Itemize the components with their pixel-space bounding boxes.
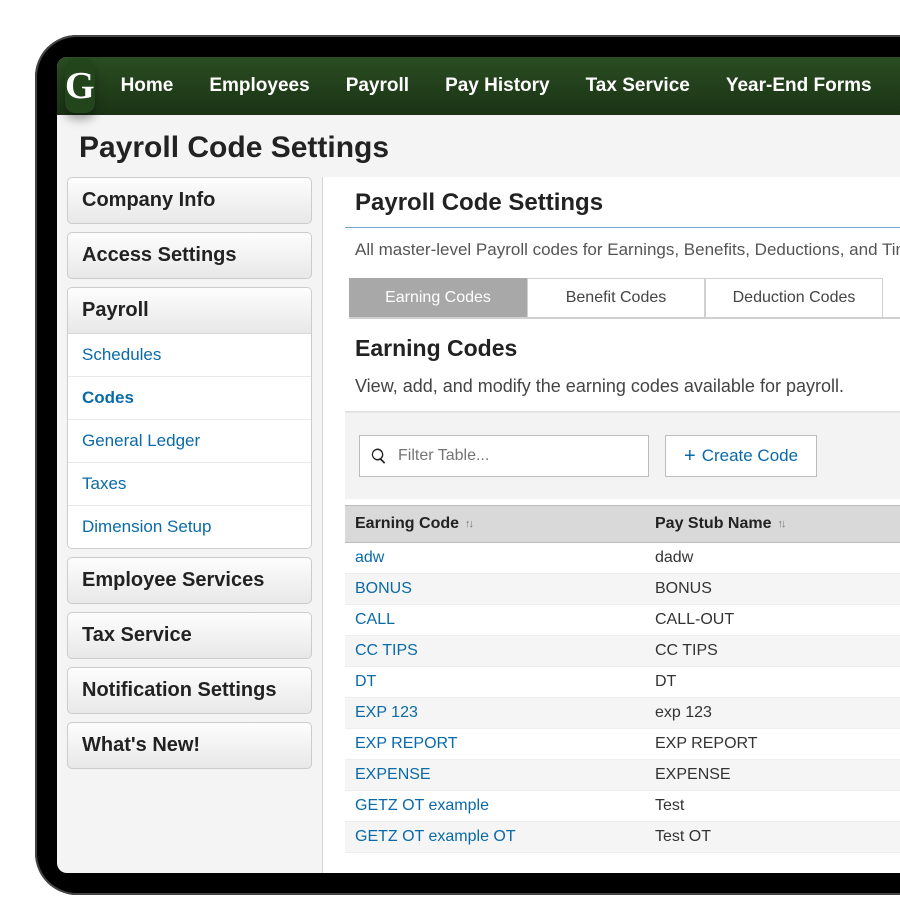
search-icon xyxy=(370,447,388,465)
tab-earning-codes[interactable]: Earning Codes xyxy=(349,278,527,317)
earning-code-link[interactable]: BONUS xyxy=(345,574,645,604)
sidebar-section-payroll: PayrollSchedulesCodesGeneral LedgerTaxes… xyxy=(67,287,312,549)
col-pay-stub-name[interactable]: Pay Stub Name ↑↓ xyxy=(645,506,900,542)
pay-stub-name: BONUS xyxy=(645,574,900,604)
sidebar-head-access-settings[interactable]: Access Settings xyxy=(67,232,312,279)
nav-item-pay-history[interactable]: Pay History xyxy=(427,57,568,115)
nav-item-reports[interactable]: Reports xyxy=(890,57,900,115)
pay-stub-name: dadw xyxy=(645,543,900,573)
pay-stub-name: Test OT xyxy=(645,822,900,852)
tab-deduction-codes[interactable]: Deduction Codes xyxy=(705,278,883,317)
nav-item-payroll[interactable]: Payroll xyxy=(328,57,427,115)
earning-code-link[interactable]: EXP REPORT xyxy=(345,729,645,759)
pay-stub-name: EXPENSE xyxy=(645,760,900,790)
col-earning-code[interactable]: Earning Code ↑↓ xyxy=(345,506,645,542)
table-row: CALLCALL-OUT xyxy=(345,605,900,636)
app-screen: G HomeEmployeesPayrollPay HistoryTax Ser… xyxy=(57,57,900,873)
earning-code-link[interactable]: GETZ OT example xyxy=(345,791,645,821)
sidebar-link-dimension-setup[interactable]: Dimension Setup xyxy=(68,506,311,548)
earning-code-link[interactable]: EXP 123 xyxy=(345,698,645,728)
earning-code-link[interactable]: adw xyxy=(345,543,645,573)
subsection-title: Earning Codes xyxy=(345,319,900,368)
table-row: EXP REPORTEXP REPORT xyxy=(345,729,900,760)
earning-code-link[interactable]: CC TIPS xyxy=(345,636,645,666)
earning-code-link[interactable]: CALL xyxy=(345,605,645,635)
sidebar-head-tax-service[interactable]: Tax Service xyxy=(67,612,312,659)
logo-letter: G xyxy=(65,67,95,105)
sidebar-head-company-info[interactable]: Company Info xyxy=(67,177,312,224)
sidebar-head-employee-services[interactable]: Employee Services xyxy=(67,557,312,604)
table-row: BONUSBONUS xyxy=(345,574,900,605)
pay-stub-name: CC TIPS xyxy=(645,636,900,666)
pay-stub-name: CALL-OUT xyxy=(645,605,900,635)
earning-code-link[interactable]: EXPENSE xyxy=(345,760,645,790)
section-subtitle: All master-level Payroll codes for Earni… xyxy=(345,228,900,278)
app-logo[interactable]: G xyxy=(65,59,95,113)
section-title: Payroll Code Settings xyxy=(345,185,900,228)
create-code-button[interactable]: + Create Code xyxy=(665,435,817,477)
nav-item-year-end-forms[interactable]: Year-End Forms xyxy=(708,57,890,115)
sidebar-head-payroll[interactable]: Payroll xyxy=(68,288,311,334)
tab-benefit-codes[interactable]: Benefit Codes xyxy=(527,278,705,317)
content-row: Company Info Access Settings PayrollSchedu… xyxy=(57,177,900,873)
main-panel: Payroll Code Settings All master-level P… xyxy=(322,177,900,873)
table-row: DTDT xyxy=(345,667,900,698)
sidebar-link-schedules[interactable]: Schedules xyxy=(68,334,311,377)
table-row: EXPENSEEXPENSE xyxy=(345,760,900,791)
table-row: CC TIPSCC TIPS xyxy=(345,636,900,667)
filter-bar: + Create Code xyxy=(345,412,900,499)
subsection-desc: View, add, and modify the earning codes … xyxy=(345,368,900,412)
table-row: EXP 123exp 123 xyxy=(345,698,900,729)
filter-box[interactable] xyxy=(359,435,649,477)
device-frame: G HomeEmployeesPayrollPay HistoryTax Ser… xyxy=(35,35,900,895)
pay-stub-name: exp 123 xyxy=(645,698,900,728)
page-title: Payroll Code Settings xyxy=(79,131,900,165)
table-row: GETZ OT example OTTest OT xyxy=(345,822,900,853)
pay-stub-name: Test xyxy=(645,791,900,821)
codes-table: Earning Code ↑↓ Pay Stub Name ↑↓ adwdadw… xyxy=(345,505,900,853)
earning-code-link[interactable]: GETZ OT example OT xyxy=(345,822,645,852)
sidebar-head-what-s-new-[interactable]: What's New! xyxy=(67,722,312,769)
table-header: Earning Code ↑↓ Pay Stub Name ↑↓ xyxy=(345,505,900,543)
code-tabs: Earning CodesBenefit CodesDeduction Code… xyxy=(349,278,900,319)
sidebar: Company Info Access Settings PayrollSchedu… xyxy=(57,177,322,873)
nav-item-employees[interactable]: Employees xyxy=(191,57,327,115)
table-row: GETZ OT exampleTest xyxy=(345,791,900,822)
sidebar-link-taxes[interactable]: Taxes xyxy=(68,463,311,506)
create-code-label: Create Code xyxy=(702,446,798,466)
filter-input[interactable] xyxy=(398,447,638,465)
table-row: adwdadw xyxy=(345,543,900,574)
nav-item-home[interactable]: Home xyxy=(103,57,192,115)
plus-icon: + xyxy=(684,446,696,466)
earning-code-link[interactable]: DT xyxy=(345,667,645,697)
pay-stub-name: EXP REPORT xyxy=(645,729,900,759)
pay-stub-name: DT xyxy=(645,667,900,697)
sort-icon: ↑↓ xyxy=(465,518,472,530)
sidebar-link-general-ledger[interactable]: General Ledger xyxy=(68,420,311,463)
nav-item-tax-service[interactable]: Tax Service xyxy=(568,57,708,115)
sidebar-head-notification-settings[interactable]: Notification Settings xyxy=(67,667,312,714)
sort-icon: ↑↓ xyxy=(777,518,784,530)
page-title-bar: Payroll Code Settings xyxy=(57,115,900,177)
sidebar-link-codes[interactable]: Codes xyxy=(68,377,311,420)
top-nav: G HomeEmployeesPayrollPay HistoryTax Ser… xyxy=(57,57,900,115)
